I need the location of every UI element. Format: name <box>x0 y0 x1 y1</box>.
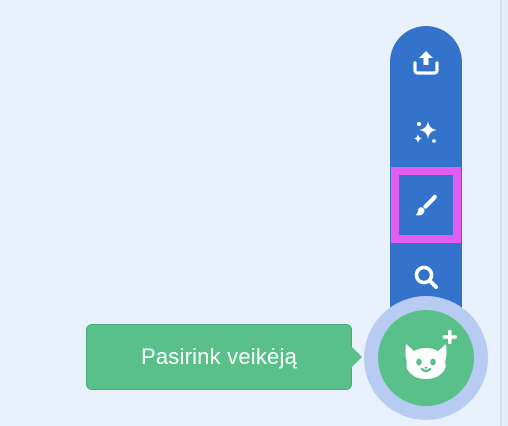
tooltip-label: Pasirink veikėją <box>140 344 298 369</box>
pane-edge <box>502 0 508 426</box>
paint-sprite-button[interactable] <box>390 176 462 234</box>
paint-brush-icon <box>415 194 437 216</box>
surprise-sprite-button[interactable] <box>390 103 462 161</box>
choose-sprite-tooltip: Pasirink veikėją <box>86 324 352 390</box>
upload-sprite-button[interactable] <box>390 33 462 91</box>
tooltip-arrow <box>351 346 362 368</box>
sprite-pane-corner: Pasirink veikėją <box>0 0 508 426</box>
surprise-sparkle-icon <box>414 121 437 143</box>
upload-icon <box>413 51 439 75</box>
choose-sprite-button[interactable] <box>378 310 474 406</box>
cat-add-icon <box>405 330 457 379</box>
search-icon <box>414 265 438 289</box>
